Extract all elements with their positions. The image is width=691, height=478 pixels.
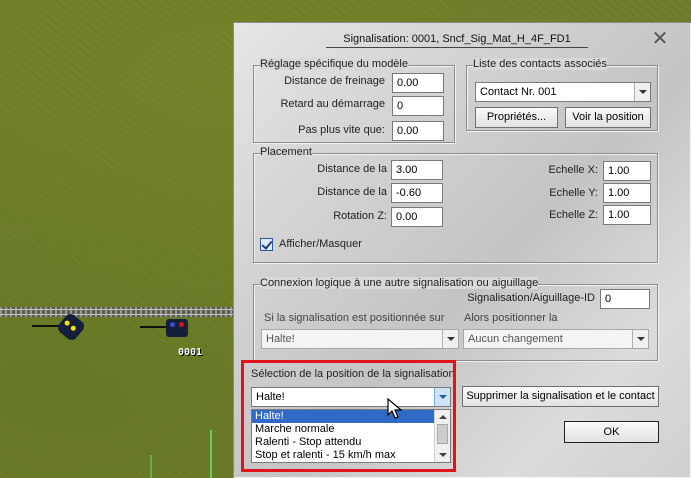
- signal-id-field-label: Signalisation/Aiguillage-ID: [467, 292, 595, 304]
- if-position-value: Halte!: [266, 333, 295, 345]
- scale-z-label: Echelle Z:: [549, 209, 598, 221]
- logic-connection-legend: Connexion logique à une autre signalisat…: [260, 277, 539, 289]
- start-delay-input[interactable]: 0: [392, 96, 444, 116]
- model-settings-group: Réglage spécifique du modèle Distance de…: [253, 58, 455, 143]
- railway-track: [0, 307, 240, 317]
- show-hide-checkbox[interactable]: [260, 238, 273, 251]
- speed-limit-input[interactable]: 0.00: [392, 121, 444, 141]
- view-position-button[interactable]: Voir la position: [565, 107, 651, 128]
- grid-line: [150, 455, 152, 478]
- speed-limit-label: Pas plus vite que:: [298, 124, 385, 136]
- logic-connection-group: Connexion logique à une autre signalisat…: [253, 277, 658, 361]
- delete-signal-button[interactable]: Supprimer la signalisation et le contact: [462, 386, 659, 407]
- signal-id-label: 0001: [178, 347, 203, 358]
- braking-distance-label: Distance de freinage: [284, 75, 385, 87]
- contact-select-value: Contact Nr. 001: [480, 86, 557, 98]
- braking-distance-input[interactable]: 0.00: [392, 73, 444, 93]
- show-hide-label: Afficher/Masquer: [279, 238, 362, 250]
- then-position-select[interactable]: Aucun changement: [463, 329, 649, 349]
- signal-lamp: [170, 322, 175, 327]
- signal-lamp: [63, 319, 71, 327]
- scale-y-input[interactable]: 1.00: [603, 183, 651, 203]
- placement-group: Placement Distance de la 3.00 Distance d…: [253, 146, 658, 263]
- mouse-cursor-icon: [387, 398, 403, 419]
- signal-model-b[interactable]: [166, 319, 188, 337]
- scale-x-input[interactable]: 1.00: [603, 161, 651, 181]
- placement-legend: Placement: [260, 146, 312, 158]
- close-icon[interactable]: ✕: [650, 29, 670, 49]
- dialog-title: Signalisation: 0001, Sncf_Sig_Mat_H_4F_F…: [326, 33, 588, 48]
- distance-x-input[interactable]: 3.00: [391, 160, 443, 180]
- distance-y-input[interactable]: -0.60: [391, 183, 443, 203]
- scale-y-label: Echelle Y:: [549, 187, 598, 199]
- chevron-down-icon[interactable]: [632, 330, 648, 348]
- properties-button[interactable]: Propriétés...: [475, 107, 558, 128]
- model-settings-legend: Réglage spécifique du modèle: [260, 58, 408, 70]
- rotation-z-input[interactable]: 0.00: [391, 207, 443, 227]
- distance-x-label: Distance de la: [317, 163, 387, 175]
- chevron-down-icon[interactable]: [634, 83, 650, 101]
- signal-lamp: [179, 322, 184, 327]
- then-position-value: Aucun changement: [468, 333, 563, 345]
- distance-y-label: Distance de la: [317, 186, 387, 198]
- signal-arm: [140, 326, 168, 328]
- contacts-legend: Liste des contacts associés: [473, 58, 607, 70]
- if-position-select[interactable]: Halte!: [261, 329, 459, 349]
- signal-id-input[interactable]: 0: [600, 289, 650, 309]
- scale-x-label: Echelle X:: [548, 164, 598, 176]
- signal-lamp: [69, 324, 77, 332]
- ok-button[interactable]: OK: [564, 421, 659, 443]
- chevron-down-icon[interactable]: [442, 330, 458, 348]
- annotation-highlight: [241, 360, 456, 472]
- scale-z-input[interactable]: 1.00: [603, 205, 651, 225]
- contact-select[interactable]: Contact Nr. 001: [475, 82, 651, 102]
- grid-line: [210, 430, 212, 478]
- contacts-group: Liste des contacts associés Contact Nr. …: [466, 58, 658, 131]
- start-delay-label: Retard au démarrage: [280, 98, 385, 110]
- rotation-z-label: Rotation Z:: [333, 210, 387, 222]
- if-position-label: Si la signalisation est positionnée sur: [264, 312, 445, 324]
- then-position-label: Alors positionner la: [464, 312, 558, 324]
